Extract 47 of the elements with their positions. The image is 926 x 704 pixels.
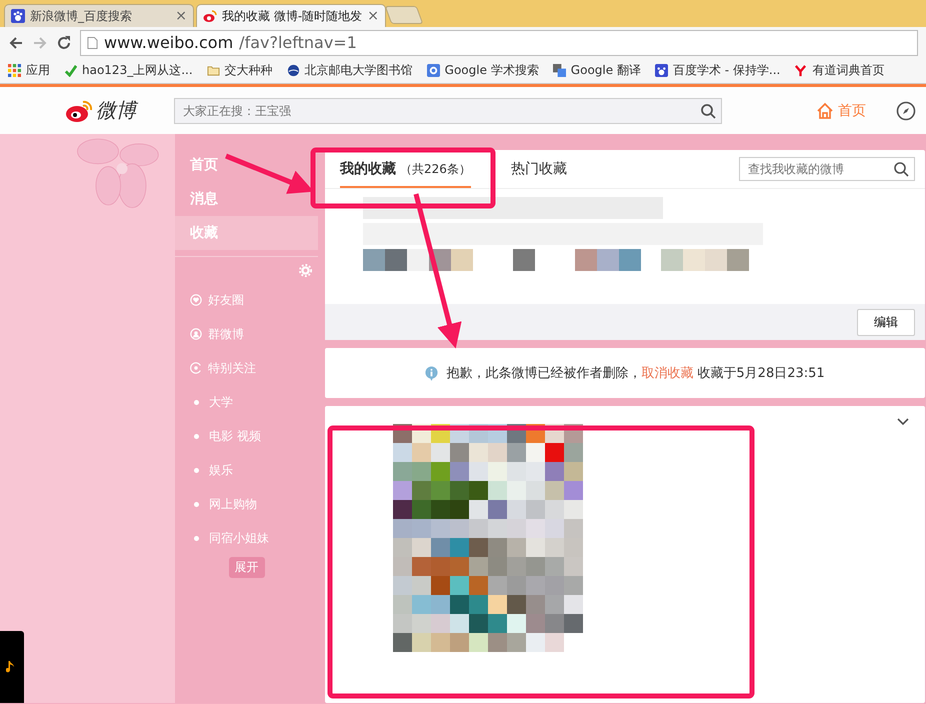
globe-icon [286, 64, 300, 77]
browser-tab[interactable]: 我的收藏 微博-随时随地发 × [196, 4, 386, 27]
reload-icon[interactable] [56, 34, 72, 50]
favorites-tab[interactable]: 热门收藏 [510, 150, 567, 188]
bookmark[interactable]: 北京邮电大学图书馆 [286, 62, 413, 79]
paw-icon [11, 9, 25, 23]
bookmark[interactable]: 应用 [8, 62, 50, 79]
dictionary-icon [794, 64, 808, 77]
folder-icon [206, 64, 220, 77]
bookmark[interactable]: 百度学术 - 保持学... [654, 62, 780, 79]
translate-icon [552, 64, 566, 77]
bookmark[interactable]: Google 学术搜索 [426, 62, 539, 79]
weibo-logo-icon [203, 9, 217, 23]
close-tab-button[interactable]: × [367, 8, 379, 24]
search-field[interactable]: 查找我收藏的微博 [739, 157, 915, 181]
weibo-logo[interactable]: 微博 [64, 97, 174, 124]
favorites-tab[interactable]: 我的收藏 （共226条） [340, 150, 471, 188]
target-icon [190, 362, 202, 374]
apps-grid-icon [8, 64, 21, 77]
scholar-icon [426, 64, 440, 77]
chevron-down-icon[interactable] [897, 418, 909, 426]
compass-icon[interactable] [896, 100, 916, 120]
address-bar[interactable]: www.weibo.com /fav?leftnav=1 [80, 30, 918, 56]
search-icon[interactable] [700, 102, 716, 118]
deleted-post-message: 抱歉，此条微博已经被作者删除，取消收藏 收藏于5月28日23:51 [446, 365, 825, 382]
bullet-icon [194, 536, 199, 540]
edit-button[interactable]: 编辑 [857, 308, 915, 336]
page-icon [87, 36, 98, 50]
bullet-icon [194, 400, 199, 404]
search-icon[interactable] [893, 161, 909, 177]
bullet-icon [194, 502, 199, 506]
close-tab-button[interactable]: × [175, 8, 187, 24]
home-icon [816, 102, 834, 120]
person-icon [190, 328, 202, 340]
bookmark[interactable]: hao123_上网从这... [64, 62, 193, 79]
bullet-icon [194, 468, 199, 472]
paw-icon [654, 64, 668, 77]
browser-tab[interactable]: 新浪微博_百度搜索 × [4, 4, 194, 27]
back-icon[interactable] [8, 34, 24, 50]
bullet-icon [194, 434, 199, 438]
info-icon [425, 366, 438, 380]
bookmark[interactable]: Google 翻译 [552, 62, 641, 79]
leaf-icon [64, 64, 77, 77]
search-field[interactable]: 大家正在搜：王宝强 [174, 98, 722, 124]
unfavorite-link[interactable]: 取消收藏 [641, 366, 694, 381]
bookmark[interactable]: 交大种种 [206, 62, 273, 79]
bookmark[interactable]: 有道词典首页 [794, 62, 884, 79]
